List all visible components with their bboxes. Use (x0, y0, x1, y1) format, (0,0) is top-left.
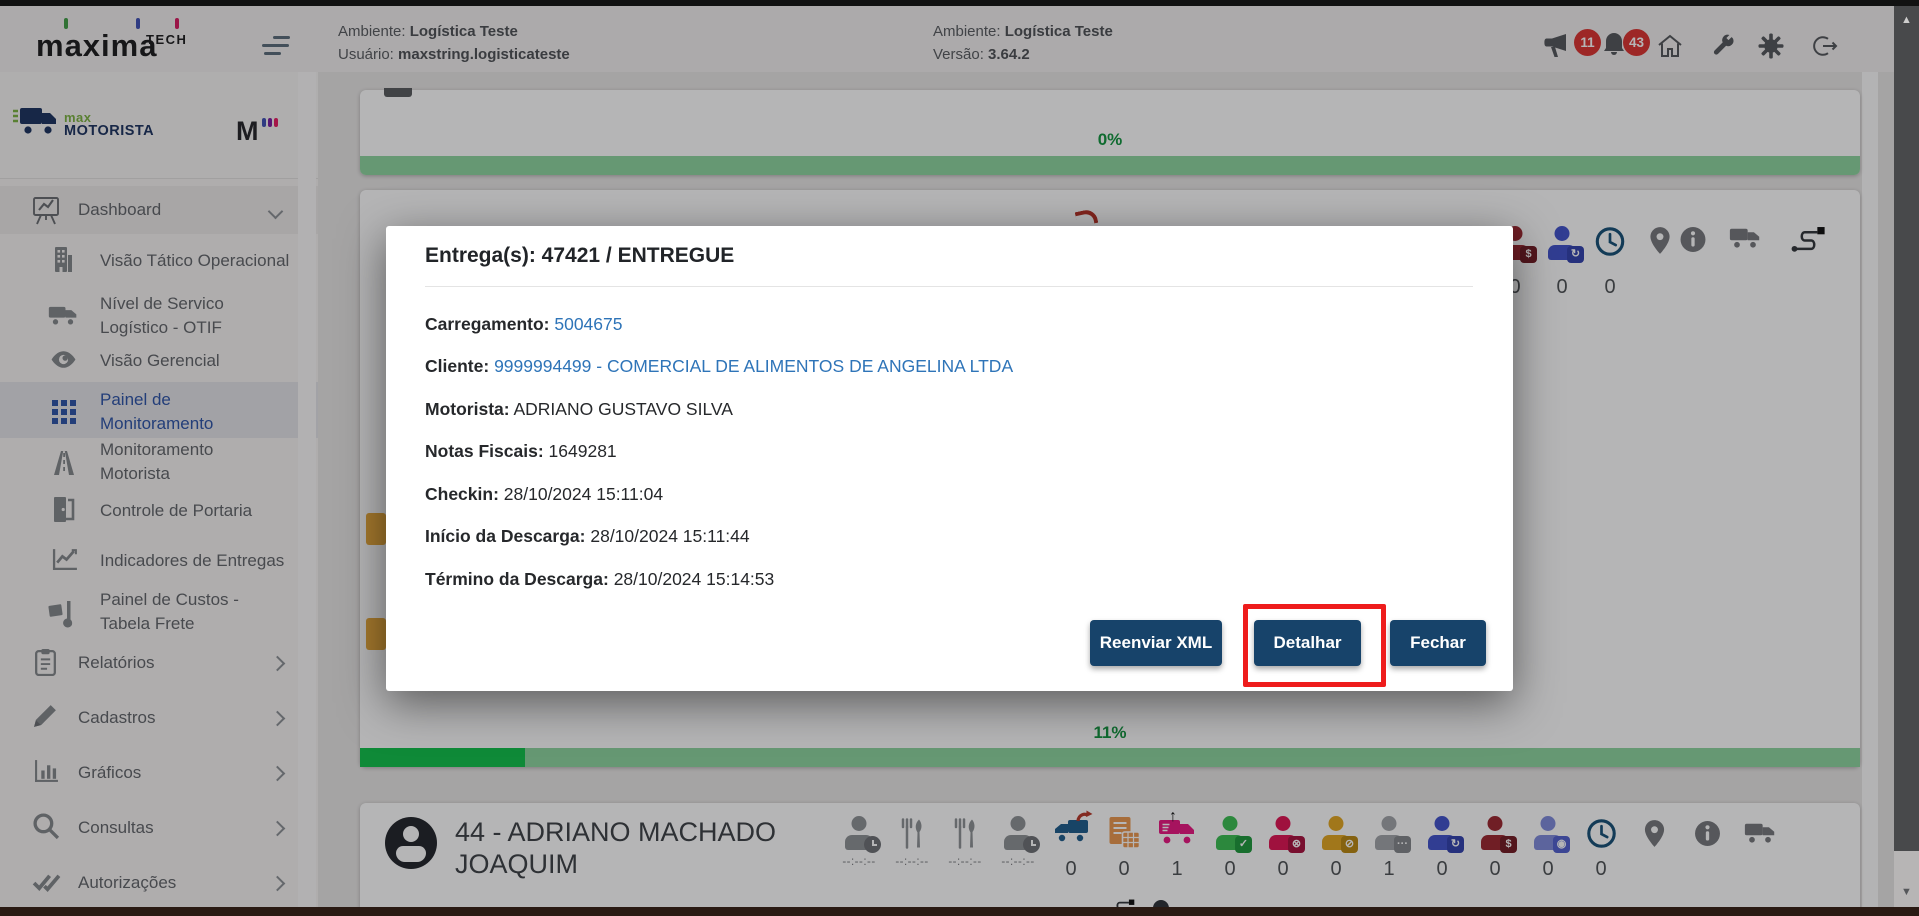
field-label: Término da Descarga: (425, 569, 609, 589)
scroll-up-arrow[interactable]: ▲ (1894, 14, 1919, 26)
window-bottom-edge (0, 907, 1919, 916)
window-top-edge (0, 0, 1919, 6)
field-termino-descarga: Término da Descarga: 28/10/2024 15:14:53 (425, 569, 774, 590)
field-checkin: Checkin: 28/10/2024 15:11:04 (425, 484, 663, 505)
field-cliente: Cliente: 9999994499 - COMERCIAL DE ALIME… (425, 356, 1013, 377)
detalhar-button[interactable]: Detalhar (1254, 620, 1361, 666)
field-label: Cliente: (425, 356, 490, 376)
field-label: Notas Fiscais: (425, 441, 544, 461)
modal-title: Entrega(s): 47421 / ENTREGUE (425, 244, 735, 267)
field-value: 28/10/2024 15:11:44 (590, 526, 750, 546)
browser-scrollbar[interactable]: ▲ ▼ (1894, 6, 1919, 916)
field-notas-fiscais: Notas Fiscais: 1649281 (425, 441, 617, 462)
field-inicio-descarga: Início da Descarga: 28/10/2024 15:11:44 (425, 526, 750, 547)
carregamento-link[interactable]: 5004675 (554, 314, 622, 334)
field-motorista: Motorista: ADRIANO GUSTAVO SILVA (425, 399, 733, 420)
field-label: Checkin: (425, 484, 499, 504)
field-value: ADRIANO GUSTAVO SILVA (513, 399, 733, 419)
fechar-button[interactable]: Fechar (1390, 620, 1486, 666)
cliente-link[interactable]: 9999994499 - COMERCIAL DE ALIMENTOS DE A… (494, 356, 1013, 376)
reenviar-xml-button[interactable]: Reenviar XML (1090, 620, 1222, 666)
field-label: Motorista: (425, 399, 510, 419)
field-value: 28/10/2024 15:14:53 (613, 569, 775, 589)
scrollbar-thumb[interactable] (1894, 6, 1919, 851)
modal-divider (425, 286, 1473, 287)
field-label: Início da Descarga: (425, 526, 586, 546)
scroll-down-arrow[interactable]: ▼ (1894, 886, 1919, 898)
field-carregamento: Carregamento: 5004675 (425, 314, 623, 335)
field-value: 28/10/2024 15:11:04 (503, 484, 664, 504)
app-window: maxima TECH Ambiente: Logística Teste Us… (0, 0, 1919, 916)
delivery-detail-modal: Entrega(s): 47421 / ENTREGUE Carregament… (386, 226, 1513, 691)
field-value: 1649281 (548, 441, 617, 461)
field-label: Carregamento: (425, 314, 550, 334)
